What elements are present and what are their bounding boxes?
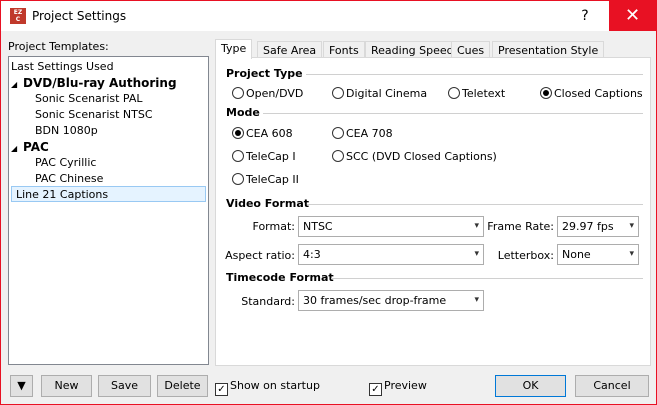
template-item-line21-captions[interactable]: Line 21 Captions	[11, 186, 206, 202]
template-item-scenarist-pal[interactable]: Sonic Scenarist PAL	[35, 91, 143, 107]
radio-digital-cinema[interactable]: Digital Cinema	[332, 87, 427, 101]
radio-scc[interactable]: SCC (DVD Closed Captions)	[332, 150, 497, 164]
radio-selected-icon	[232, 127, 244, 139]
radio-telecap-1[interactable]: TeleCap I	[232, 150, 296, 164]
radio-selected-icon	[540, 87, 552, 99]
divider	[307, 204, 643, 205]
expanded-arrow-icon[interactable]: ◢	[11, 77, 23, 93]
checkbox-checked-icon: ✓	[369, 383, 382, 396]
tab-type[interactable]: Type	[215, 39, 253, 59]
mode-heading: Mode	[226, 106, 260, 119]
radio-telecap-2[interactable]: TeleCap II	[232, 173, 299, 187]
preview-checkbox[interactable]: ✓ Preview	[369, 379, 427, 396]
video-format-heading: Video Format	[226, 197, 310, 210]
chevron-down-icon: ▾	[629, 221, 634, 231]
radio-circle-icon	[232, 87, 244, 99]
template-item-scenarist-ntsc[interactable]: Sonic Scenarist NTSC	[35, 107, 153, 123]
letterbox-label: Letterbox:	[497, 249, 554, 262]
aspect-ratio-label: Aspect ratio:	[225, 249, 295, 262]
template-item-pac-chinese[interactable]: PAC Chinese	[35, 171, 103, 187]
delete-button[interactable]: Delete	[157, 375, 208, 397]
template-group-pac[interactable]: ◢ PAC	[11, 139, 49, 155]
chevron-down-icon: ▾	[474, 249, 479, 259]
template-menu-button[interactable]: ▼	[10, 375, 33, 397]
radio-circle-icon	[232, 150, 244, 162]
format-select[interactable]: NTSC ▾	[298, 216, 484, 237]
template-item-last-settings[interactable]: Last Settings Used	[11, 59, 114, 75]
new-button[interactable]: New	[41, 375, 92, 397]
template-item-pac-cyrillic[interactable]: PAC Cyrillic	[35, 155, 96, 171]
template-group-dvd-bluray[interactable]: ◢ DVD/Blu-ray Authoring	[11, 75, 177, 91]
project-templates-label: Project Templates:	[8, 40, 109, 53]
checkbox-checked-icon: ✓	[215, 383, 228, 396]
radio-circle-icon	[332, 87, 344, 99]
window-title: Project Settings	[32, 9, 127, 23]
help-button[interactable]: ?	[561, 1, 609, 31]
chevron-down-icon: ▾	[474, 221, 479, 231]
project-type-heading: Project Type	[226, 67, 303, 80]
radio-closed-captions[interactable]: Closed Captions	[540, 87, 643, 101]
format-label: Format:	[252, 220, 295, 233]
radio-open-dvd[interactable]: Open/DVD	[232, 87, 303, 101]
app-logo-icon: EZ C	[10, 8, 26, 24]
show-on-startup-checkbox[interactable]: ✓ Show on startup	[215, 379, 320, 396]
type-tab-panel	[215, 57, 651, 366]
radio-circle-icon	[332, 127, 344, 139]
frame-rate-select[interactable]: 29.97 fps ▾	[557, 216, 639, 237]
radio-cea-608[interactable]: CEA 608	[232, 127, 293, 141]
save-button[interactable]: Save	[98, 375, 151, 397]
divider	[331, 278, 643, 279]
frame-rate-label: Frame Rate:	[487, 220, 554, 233]
dropdown-arrow-icon: ▼	[17, 379, 26, 392]
chevron-down-icon: ▾	[474, 295, 479, 305]
ok-button[interactable]: OK	[495, 375, 566, 397]
radio-circle-icon	[448, 87, 460, 99]
title-bar: EZ C Project Settings ? ✕	[1, 1, 656, 31]
standard-label: Standard:	[241, 295, 295, 308]
radio-cea-708[interactable]: CEA 708	[332, 127, 393, 141]
divider	[263, 113, 643, 114]
radio-teletext[interactable]: Teletext	[448, 87, 505, 101]
radio-circle-icon	[232, 173, 244, 185]
letterbox-select[interactable]: None ▾	[557, 244, 639, 265]
project-templates-tree[interactable]: Last Settings Used ◢ DVD/Blu-ray Authorin…	[8, 56, 209, 365]
timecode-format-heading: Timecode Format	[226, 271, 334, 284]
aspect-ratio-select[interactable]: 4:3 ▾	[298, 244, 484, 265]
template-item-bdn-1080p[interactable]: BDN 1080p	[35, 123, 98, 139]
close-button[interactable]: ✕	[609, 1, 656, 31]
radio-circle-icon	[332, 150, 344, 162]
expanded-arrow-icon[interactable]: ◢	[11, 141, 23, 157]
project-settings-dialog: EZ C Project Settings ? ✕ Project Templat…	[0, 0, 657, 405]
chevron-down-icon: ▾	[629, 249, 634, 259]
divider	[306, 74, 643, 75]
timecode-standard-select[interactable]: 30 frames/sec drop-frame ▾	[298, 290, 484, 311]
cancel-button[interactable]: Cancel	[575, 375, 649, 397]
